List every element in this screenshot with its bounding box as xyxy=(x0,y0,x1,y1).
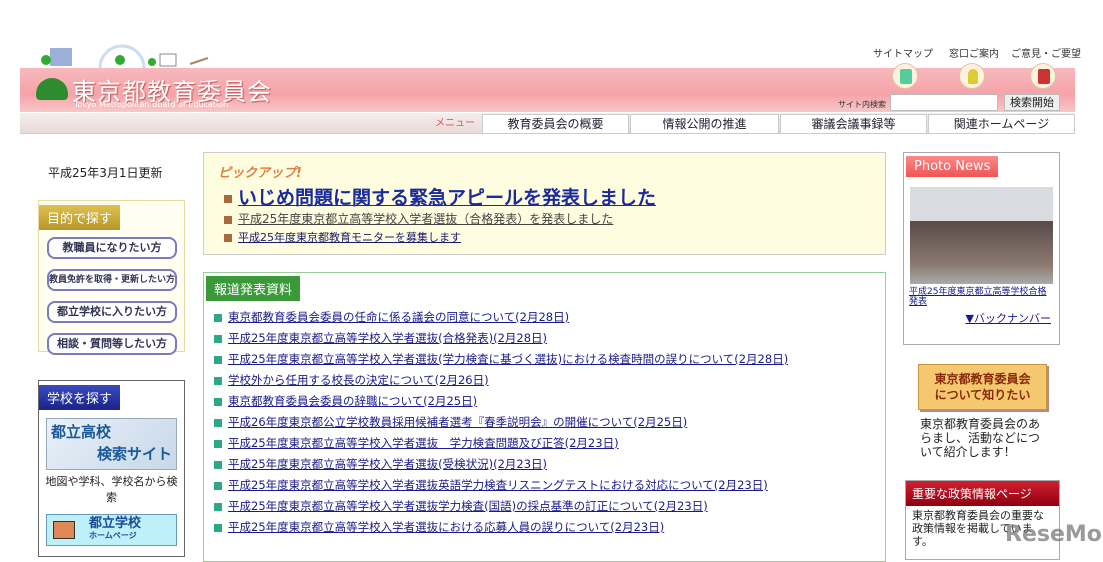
purpose-title: 目的で探す xyxy=(39,205,121,230)
banner-line-1: 都立高校 xyxy=(51,423,112,441)
watermark: ReseMom xyxy=(1005,522,1103,547)
bullet-icon xyxy=(214,502,222,511)
menu-label: メニュー xyxy=(435,118,475,129)
tab-disclosure[interactable]: 情報公開の推進 xyxy=(630,114,779,134)
press-item-link[interactable]: 平成25年度東京都立高等学校入学者選抜学力検査(国語)の採点基準の訂正について(… xyxy=(228,499,708,513)
policy-panel: 重要な政策情報ページ 東京都教育委員会の重要な政策情報を掲載しています。 xyxy=(905,480,1060,560)
press-item: 平成25年度東京都立高等学校入学者選抜における応募人員の誤りについて(2月23日… xyxy=(214,519,664,535)
purpose-button-enroll[interactable]: 都立学校に入りたい方 xyxy=(47,301,177,323)
policy-title[interactable]: 重要な政策情報ページ xyxy=(906,481,1059,506)
press-item-link[interactable]: 平成25年度東京都立高等学校入学者選抜(学力検査に基づく選抜)における検査時間の… xyxy=(228,352,788,366)
school-homepage-banner[interactable]: 都立学校 ホームページ xyxy=(46,514,177,546)
site-subtitle: Tokyo Metropolitan Board of Education xyxy=(74,100,229,109)
search-label: サイト内検索 xyxy=(838,100,886,109)
bullet-icon xyxy=(214,355,222,364)
bullet-icon xyxy=(214,334,222,343)
press-item: 平成25年度東京都立高等学校入学者選抜 学力検査問題及び正答(2月23日) xyxy=(214,435,619,451)
press-item: 学校外から任用する校長の決定について(2月26日) xyxy=(214,372,489,388)
search-input[interactable] xyxy=(890,94,998,111)
sitemap-link[interactable]: サイトマップ xyxy=(873,45,933,60)
school-search-caption: 地図や学科、学校名から検索 xyxy=(45,475,178,504)
about-line-2: について知りたい xyxy=(934,388,1031,402)
photo-news-panel: Photo News 平成25年度東京都立高等学校合格発表 ▼バックナンバー xyxy=(903,152,1060,345)
press-title: 報道発表資料 xyxy=(206,276,301,301)
press-item-link[interactable]: 平成25年度東京都立高等学校入学者選抜(受検状況)(2月23日) xyxy=(228,457,547,471)
bullet-icon xyxy=(214,418,222,427)
search-button[interactable]: 検索開始 xyxy=(1004,94,1060,111)
tab-minutes[interactable]: 審議会議事録等 xyxy=(780,114,927,134)
school-panel: 学校を探す 都立高校 検索サイト 地図や学科、学校名から検索 都立学校 ホームペー… xyxy=(38,380,185,557)
about-board-text: 東京都教育委員会のあらまし、活動などについて紹介します！ xyxy=(920,417,1041,459)
banner-line-2: 検索サイト xyxy=(96,445,172,463)
tab-related[interactable]: 関連ホームページ xyxy=(928,114,1075,134)
feedback-link[interactable]: ご意見・ご要望 xyxy=(1011,45,1081,60)
photo-news-caption-link[interactable]: 平成25年度東京都立高等学校合格発表 xyxy=(909,287,1054,307)
hp-banner-line-2: ホームページ xyxy=(89,531,137,540)
bullet-icon xyxy=(214,397,222,406)
photo-news-image[interactable] xyxy=(910,187,1053,284)
press-release-panel: 報道発表資料 東京都教育委員会委員の任命に係る議会の同意について(2月28日) 平… xyxy=(203,272,886,562)
press-item-link[interactable]: 平成26年度東京都公立学校教員採用候補者選考『春季説明会』の開催について(2月2… xyxy=(228,415,687,429)
header-illustration xyxy=(40,44,210,69)
school-search-banner[interactable]: 都立高校 検索サイト xyxy=(46,418,177,470)
press-item-link[interactable]: 学校外から任用する校長の決定について(2月26日) xyxy=(228,373,489,387)
photo-news-title: Photo News xyxy=(906,156,999,177)
press-item: 東京都教育委員会委員の辞職について(2月25日) xyxy=(214,393,477,409)
press-item: 平成26年度東京都公立学校教員採用候補者選考『春季説明会』の開催について(2月2… xyxy=(214,414,687,430)
bullet-icon xyxy=(214,460,222,469)
pickup-headline-link[interactable]: いじめ問題に関する緊急アピールを発表しました xyxy=(238,187,656,209)
school-building-icon xyxy=(53,521,75,539)
press-item: 平成25年度東京都立高等学校入学者選抜(学力検査に基づく選抜)における検査時間の… xyxy=(214,351,788,367)
about-board-button[interactable]: 東京都教育委員会 について知りたい xyxy=(918,364,1047,410)
reception-icon[interactable] xyxy=(959,63,985,89)
press-item-link[interactable]: 東京都教育委員会委員の任命に係る議会の同意について(2月28日) xyxy=(228,310,569,324)
pickup-label: ピックアップ! xyxy=(218,166,302,181)
press-item-link[interactable]: 平成25年度東京都立高等学校入学者選抜における応募人員の誤りについて(2月23日… xyxy=(228,520,664,534)
bullet-icon xyxy=(214,481,222,490)
bullet-icon xyxy=(214,523,222,532)
tab-overview[interactable]: 教育委員会の概要 xyxy=(482,114,629,134)
updated-date: 平成25年3月1日更新 xyxy=(48,166,163,180)
bullet-icon xyxy=(214,313,222,322)
bullet-icon xyxy=(214,439,222,448)
pickup-link[interactable]: 平成25年度東京都立高等学校入学者選抜（合格発表）を発表しました xyxy=(238,212,613,226)
back-number-link[interactable]: ▼バックナンバー xyxy=(904,310,1051,326)
reception-link[interactable]: 窓口ご案内 xyxy=(949,45,999,60)
press-item: 平成25年度東京都立高等学校入学者選抜(合格発表)(2月28日) xyxy=(214,330,547,346)
sitemap-icon[interactable] xyxy=(892,63,918,89)
school-title: 学校を探す xyxy=(39,385,121,410)
press-item: 平成25年度東京都立高等学校入学者選抜英語学力検査リスニングテストにおける対応に… xyxy=(214,477,768,493)
pickup-panel: ピックアップ! いじめ問題に関する緊急アピールを発表しました 平成25年度東京都… xyxy=(203,152,886,255)
press-item-link[interactable]: 平成25年度東京都立高等学校入学者選抜(合格発表)(2月28日) xyxy=(228,331,547,345)
mailbox-icon[interactable] xyxy=(1030,63,1056,89)
purpose-button-license[interactable]: 教員免許を取得・更新したい方 xyxy=(47,269,177,291)
press-item: 東京都教育委員会委員の任命に係る議会の同意について(2月28日) xyxy=(214,309,569,325)
purpose-button-teacher[interactable]: 教職員になりたい方 xyxy=(47,237,177,259)
about-line-1: 東京都教育委員会 xyxy=(934,372,1031,386)
hp-banner-line-1: 都立学校 xyxy=(89,516,142,531)
pickup-link[interactable]: 平成25年度東京都教育モニターを募集します xyxy=(238,231,461,244)
press-item: 平成25年度東京都立高等学校入学者選抜(受検状況)(2月23日) xyxy=(214,456,547,472)
press-item-link[interactable]: 平成25年度東京都立高等学校入学者選抜英語学力検査リスニングテストにおける対応に… xyxy=(228,478,768,492)
bullet-icon xyxy=(214,376,222,385)
press-item-link[interactable]: 平成25年度東京都立高等学校入学者選抜 学力検査問題及び正答(2月23日) xyxy=(228,436,619,450)
purpose-button-consult[interactable]: 相談・質問等したい方 xyxy=(47,333,177,355)
press-item: 平成25年度東京都立高等学校入学者選抜学力検査(国語)の採点基準の訂正について(… xyxy=(214,498,708,514)
press-item-link[interactable]: 東京都教育委員会委員の辞職について(2月25日) xyxy=(228,394,477,408)
